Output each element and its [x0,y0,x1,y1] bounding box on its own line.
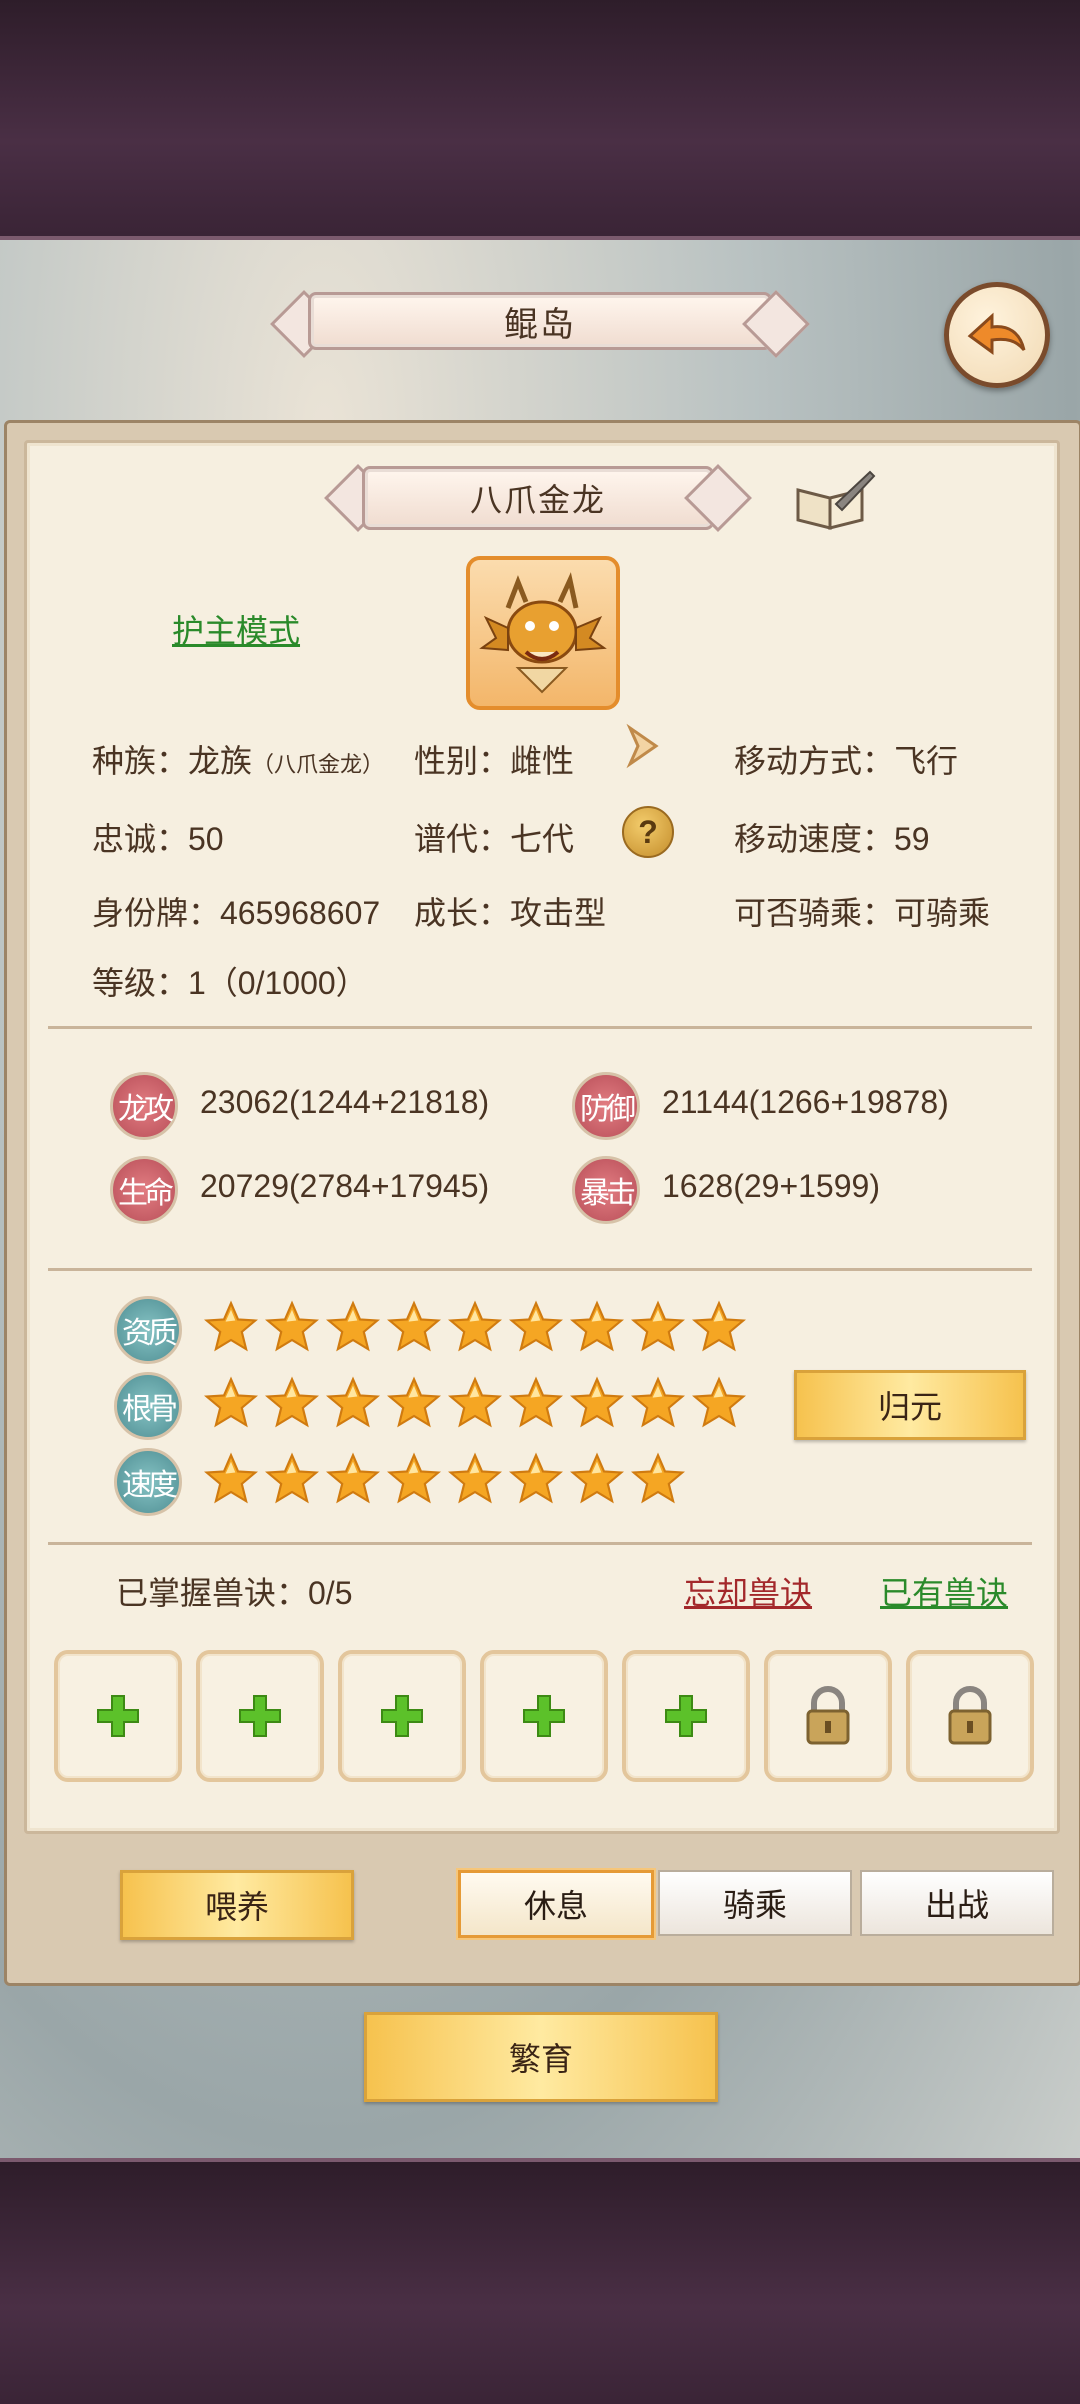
add-skill-slot[interactable] [54,1650,182,1782]
move-speed-info: 移动速度：59 [734,821,930,857]
lock-icon [948,1686,992,1745]
star-icon [264,1376,320,1430]
star-icon [447,1300,503,1354]
star-icon [447,1452,503,1506]
locked-skill-slot[interactable] [906,1650,1034,1782]
location-title-plate: 鲲岛 [268,286,812,358]
dragon-portrait-icon [479,572,607,694]
star-icon [630,1452,686,1506]
star-icon [569,1376,625,1430]
star-icon [630,1376,686,1430]
star-icon [264,1300,320,1354]
star-icon [325,1300,381,1354]
star-icon [325,1452,381,1506]
aptitude-stars [203,1300,747,1354]
tab-ride[interactable]: 骑乘 [658,1870,852,1936]
defense-badge: 防御 [572,1072,640,1140]
lock-icon [806,1686,850,1745]
back-button[interactable] [944,282,1050,388]
plus-icon [665,1695,707,1737]
star-icon [386,1376,442,1430]
pet-name-plate: 八爪金龙 [322,460,754,536]
location-title: 鲲岛 [504,305,576,344]
divider [48,1026,1032,1029]
plus-icon [523,1695,565,1737]
growth-info: 成长：攻击型 [414,895,607,931]
star-icon [447,1376,503,1430]
tab-rest[interactable]: 休息 [458,1870,654,1938]
loyalty-info: 忠诚：50 [92,821,224,857]
bone-stars [203,1376,747,1430]
dragon-avatar[interactable] [466,556,620,710]
id-tag-info: 身份牌：465968607 [92,895,381,931]
add-skill-slot[interactable] [480,1650,608,1782]
add-skill-slot[interactable] [622,1650,750,1782]
speed-stars [203,1452,686,1506]
health-value: 20729(2784+17945) [200,1168,490,1204]
plus-icon [381,1695,423,1737]
owned-skills-link[interactable]: 已有兽诀 [880,1568,1008,1614]
guard-mode-link[interactable]: 护主模式 [172,606,300,652]
locked-skill-slot[interactable] [764,1650,892,1782]
bottom-frame-band [0,2158,1080,2404]
add-skill-slot[interactable] [196,1650,324,1782]
star-icon [691,1376,747,1430]
star-icon [508,1300,564,1354]
attack-value: 23062(1244+21818) [200,1084,490,1120]
star-icon [325,1376,381,1430]
star-icon [203,1452,259,1506]
star-icon [264,1452,320,1506]
breed-button[interactable]: 繁育 [364,2012,718,2102]
add-skill-slot[interactable] [338,1650,466,1782]
star-icon [203,1376,259,1430]
health-badge: 生命 [110,1156,178,1224]
rideable-info: 可否骑乘：可骑乘 [734,895,991,931]
top-frame-band [0,0,1080,240]
star-icon [691,1300,747,1354]
divider [48,1542,1032,1545]
book-quill-icon[interactable] [792,468,876,534]
star-icon [630,1300,686,1354]
star-icon [569,1300,625,1354]
forget-skill-link[interactable]: 忘却兽诀 [684,1568,812,1614]
help-icon[interactable]: ? [622,806,674,858]
plus-icon [239,1695,281,1737]
plus-icon [97,1695,139,1737]
star-icon [386,1300,442,1354]
defense-value: 21144(1266+19878) [662,1084,949,1120]
move-mode-info: 移动方式：飞行 [734,743,959,779]
crit-badge: 暴击 [572,1156,640,1224]
star-icon [569,1452,625,1506]
feed-button[interactable]: 喂养 [120,1870,354,1940]
tab-battle[interactable]: 出战 [860,1870,1054,1936]
pet-name: 八爪金龙 [469,482,606,518]
bone-badge: 根骨 [114,1372,182,1440]
star-icon [508,1452,564,1506]
gender-info: 性别：雌性 [414,743,575,779]
reset-button[interactable]: 归元 [794,1370,1026,1440]
race-info: 种族：龙族（八爪金龙） [92,743,385,779]
crit-value: 1628(29+1599) [662,1168,880,1204]
attack-badge: 龙攻 [110,1072,178,1140]
generation-info: 谱代：七代 [414,821,575,857]
skills-count-label: 已掌握兽诀：0/5 [116,1575,353,1611]
level-info: 等级：1（0/1000） [92,965,368,1001]
star-icon [508,1376,564,1430]
star-icon [203,1300,259,1354]
swap-gender-arrow-icon[interactable] [620,722,668,770]
aptitude-badge: 资质 [114,1296,182,1364]
speed-badge: 速度 [114,1448,182,1516]
star-icon [386,1452,442,1506]
back-arrow-icon [967,312,1026,355]
divider [48,1268,1032,1271]
